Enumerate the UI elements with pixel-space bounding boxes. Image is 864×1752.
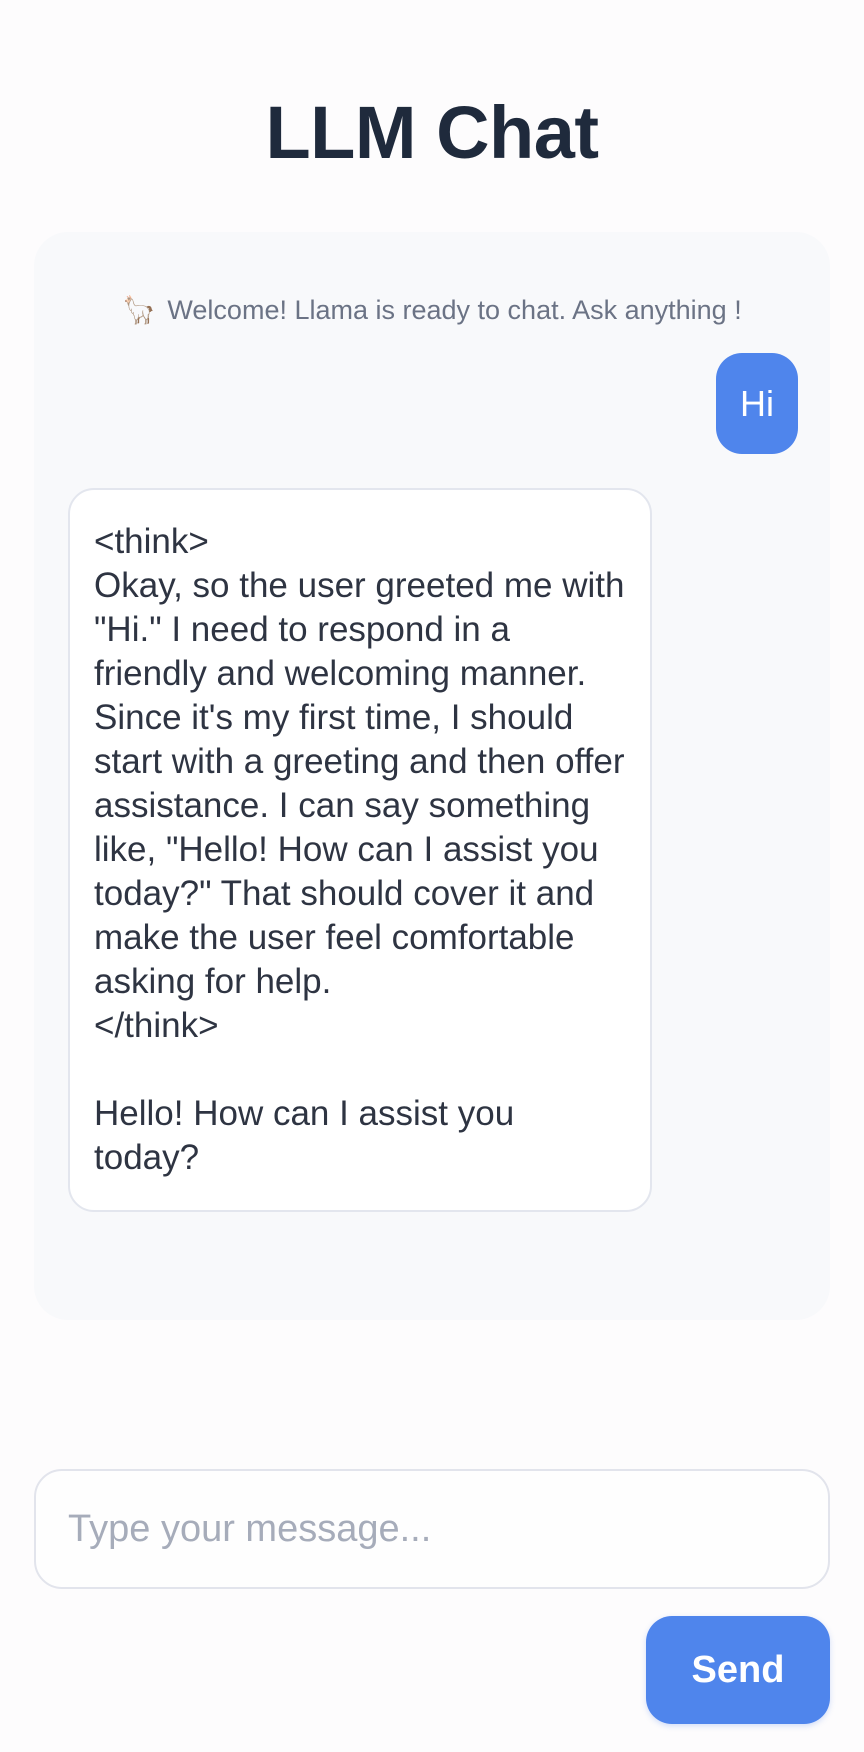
assistant-message-bubble: <think> Okay, so the user greeted me wit… [68, 488, 652, 1212]
llama-icon: 🦙 [122, 295, 156, 325]
send-button[interactable]: Send [646, 1616, 830, 1724]
page-title: LLM Chat [265, 91, 599, 174]
user-message-bubble: Hi [716, 353, 798, 454]
message-input[interactable] [34, 1469, 830, 1589]
chat-messages-panel[interactable]: 🦙 Welcome! Llama is ready to chat. Ask a… [34, 232, 830, 1320]
welcome-message: 🦙 Welcome! Llama is ready to chat. Ask a… [34, 292, 830, 328]
welcome-text: Welcome! Llama is ready to chat. Ask any… [167, 295, 742, 325]
